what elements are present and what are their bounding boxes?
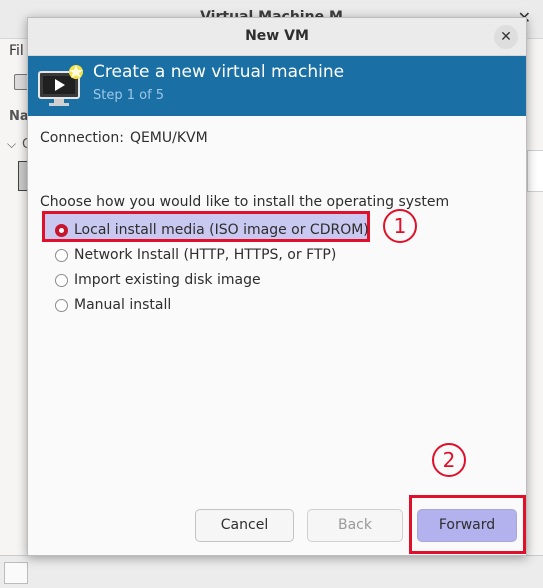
- connection-info: Connection: QEMU/KVM: [40, 130, 208, 146]
- connection-value: QEMU/KVM: [129, 130, 208, 146]
- annotation-step-1: 1: [383, 209, 417, 243]
- radio-network-install[interactable]: Network Install (HTTP, HTTPS, or FTP): [55, 244, 336, 266]
- vm-monitor-play-icon: [38, 64, 84, 112]
- cancel-button[interactable]: Cancel: [195, 509, 294, 542]
- radio-import-disk[interactable]: Import existing disk image: [55, 269, 261, 291]
- radio-button-selected[interactable]: [55, 223, 68, 237]
- background-bottom-control[interactable]: [4, 562, 28, 584]
- wizard-banner: Create a new virtual machine Step 1 of 5: [28, 56, 526, 116]
- forward-button[interactable]: Forward: [417, 509, 517, 542]
- radio-label: Network Install (HTTP, HTTPS, or FTP): [74, 247, 337, 263]
- radio-local-install[interactable]: Local install media (ISO image or CDROM): [55, 219, 369, 241]
- banner-step: Step 1 of 5: [93, 88, 165, 103]
- radio-label: Import existing disk image: [74, 272, 261, 288]
- background-field: [527, 150, 543, 192]
- install-method-prompt: Choose how you would like to install the…: [40, 194, 450, 210]
- radio-label: Local install media (ISO image or CDROM): [74, 222, 369, 238]
- back-button[interactable]: Back: [307, 509, 403, 542]
- close-icon[interactable]: ✕: [494, 25, 518, 49]
- banner-title: Create a new virtual machine: [93, 62, 345, 82]
- radio-manual-install[interactable]: Manual install: [55, 294, 171, 316]
- new-vm-dialog: New VM ✕ Create a new virtual machine St…: [27, 17, 527, 556]
- annotation-step-2: 2: [432, 443, 466, 477]
- radio-button[interactable]: [55, 248, 68, 262]
- radio-label: Manual install: [74, 297, 172, 313]
- background-statusbar: [0, 555, 543, 588]
- chevron-down-icon[interactable]: ⌵: [7, 137, 16, 152]
- radio-button[interactable]: [55, 298, 68, 312]
- dialog-title: New VM: [245, 28, 309, 44]
- radio-button[interactable]: [55, 273, 68, 287]
- background-list-header: Na: [9, 109, 29, 124]
- background-menu-file[interactable]: Fil: [9, 43, 24, 59]
- connection-label: Connection:: [40, 130, 124, 146]
- dialog-titlebar: New VM ✕: [28, 18, 526, 56]
